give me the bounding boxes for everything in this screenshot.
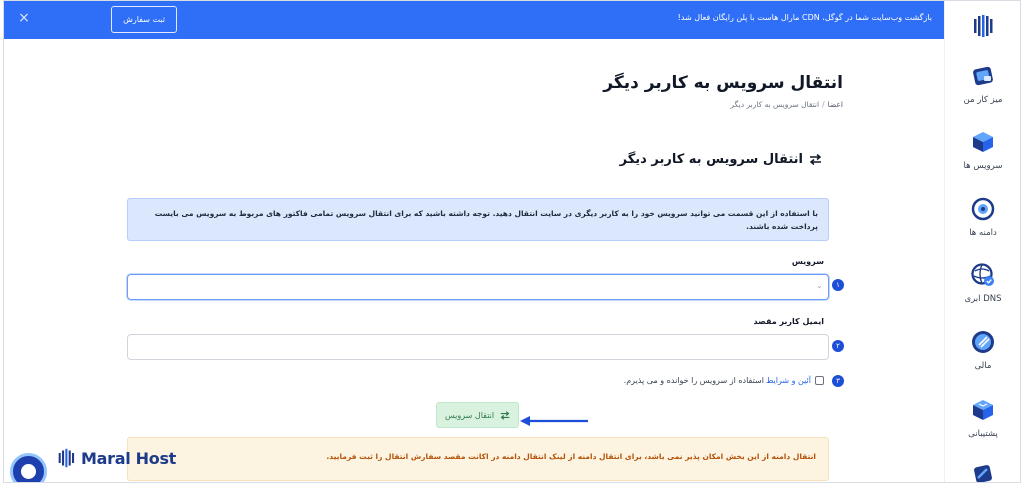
pointer-arrow-icon	[520, 416, 588, 426]
transfer-service-label: انتقال سرویس	[444, 410, 495, 420]
info-alert: با استفاده از این قسمت می توانید سرویس خ…	[127, 198, 829, 241]
service-label: سرویس	[791, 257, 824, 266]
sidebar-item-cloud-dns[interactable]: DNS ابری	[945, 262, 1020, 304]
terms-checkbox[interactable]	[815, 376, 824, 385]
dashboard-icon	[973, 66, 993, 86]
section-title: انتقال سرویس به کاربر دیگر	[620, 152, 822, 167]
section-title-text: انتقال سرویس به کاربر دیگر	[619, 152, 803, 167]
step-badge-2: ۲	[832, 340, 844, 352]
sidebar-item-services[interactable]: سرویس ها	[945, 129, 1020, 171]
sidebar-item-label: DNS ابری	[964, 294, 1002, 304]
breadcrumb-root[interactable]: اعضا	[828, 100, 843, 109]
support-icon	[973, 400, 993, 420]
sidebar-item-dashboard[interactable]: میز کار من	[945, 63, 1020, 105]
sidebar-item-domains[interactable]: دامنه ها	[945, 196, 1020, 238]
breadcrumb-current: انتقال سرویس به کاربر دیگر	[730, 100, 820, 109]
logo-icon[interactable]	[971, 14, 995, 38]
transfer-arrows-icon	[500, 410, 510, 420]
sidebar-item-label: سرویس ها	[963, 161, 1003, 171]
breadcrumb: اعضا/انتقال سرویس به کاربر دیگر	[730, 100, 843, 109]
terms-link[interactable]: آئین و شرایط	[766, 376, 811, 385]
sidebar: میز کار من سرویس ها دامنه ها DNS ابری ما…	[944, 1, 1020, 482]
warning-alert: انتقال دامنه از این بخش امکان پذیر نمی ب…	[127, 437, 829, 481]
transfer-service-button[interactable]: انتقال سرویس	[436, 402, 519, 428]
sidebar-item-label: میز کار من	[963, 95, 1003, 105]
close-banner-icon[interactable]: ×	[16, 10, 32, 26]
finance-icon	[972, 331, 994, 353]
chat-icon	[21, 464, 36, 479]
chat-button[interactable]	[10, 453, 47, 482]
step-badge-3: ۳	[832, 375, 844, 387]
brand-logo: Maral Host	[56, 448, 176, 468]
sidebar-item-finance[interactable]: مالی	[945, 329, 1020, 371]
maral-host-logo-icon	[58, 448, 75, 468]
more-service-icon	[974, 465, 992, 482]
email-field[interactable]	[127, 334, 829, 360]
email-label: ایمیل کاربر مقصد	[753, 317, 824, 326]
breadcrumb-separator: /	[822, 100, 825, 109]
page-title: انتقال سرویس به کاربر دیگر	[603, 73, 843, 93]
step-badge-1: ۱	[832, 279, 844, 291]
sidebar-item-more[interactable]	[945, 461, 1020, 482]
banner-message: بازگشت وب‌سایت شما در گوگل، CDN مارال ها…	[677, 13, 932, 22]
promo-banner: × ثبت سفارش بازگشت وب‌سایت شما در گوگل، …	[4, 1, 946, 39]
services-box-icon	[973, 132, 993, 152]
sidebar-item-label: پشتیبانی	[968, 429, 998, 439]
terms-text: استفاده از سرویس را خوانده و می پذیرم.	[623, 376, 764, 385]
service-select[interactable]: ⌄	[127, 274, 829, 300]
order-button[interactable]: ثبت سفارش	[111, 6, 177, 33]
transfer-arrows-icon	[809, 154, 822, 165]
cloud-dns-icon	[971, 263, 994, 286]
sidebar-item-support[interactable]: پشتیبانی	[945, 397, 1020, 439]
terms-row: آئین و شرایط استفاده از سرویس را خوانده …	[624, 376, 824, 385]
domains-globe-icon	[971, 197, 995, 221]
sidebar-item-label: دامنه ها	[969, 228, 997, 238]
chevron-down-icon: ⌄	[816, 281, 823, 290]
app-frame: × ثبت سفارش بازگشت وب‌سایت شما در گوگل، …	[3, 0, 1021, 483]
sidebar-item-label: مالی	[974, 361, 992, 371]
brand-name: Maral Host	[81, 448, 177, 468]
